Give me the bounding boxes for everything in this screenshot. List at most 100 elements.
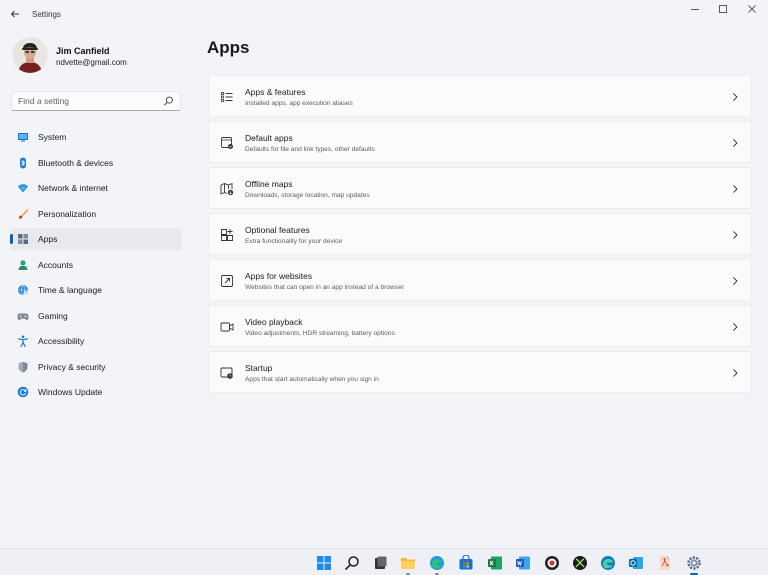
chevron-right-icon: [733, 139, 738, 147]
settings-cards: Apps & features Installed apps, app exec…: [208, 75, 752, 397]
card-title: Video playback: [245, 317, 303, 327]
sidebar-item-label: Privacy & security: [38, 361, 106, 372]
card-default-apps[interactable]: Default apps Defaults for file and link …: [208, 121, 752, 163]
shield-icon: [18, 361, 28, 372]
back-arrow-icon: [10, 10, 19, 18]
edge-dev-icon[interactable]: [600, 555, 616, 571]
card-title: Startup: [245, 363, 273, 373]
card-video-playback[interactable]: Video playback Video adjustments, HDR st…: [208, 305, 752, 347]
sidebar-item-label: Accessibility: [38, 336, 85, 346]
card-title: Offline maps: [245, 179, 293, 189]
sidebar-item-label: Time & language: [38, 285, 102, 295]
sidebar-item-accessibility[interactable]: Accessibility: [10, 330, 182, 352]
page-title: Apps: [207, 38, 250, 57]
chevron-right-icon: [733, 277, 738, 285]
file-explorer-icon[interactable]: [400, 555, 416, 571]
list-icon: [221, 92, 233, 102]
user-name: Jim Canfield: [56, 46, 110, 56]
card-title: Optional features: [245, 225, 310, 235]
store-icon[interactable]: [458, 555, 474, 571]
card-title: Apps & features: [245, 87, 306, 97]
outlook-icon[interactable]: [628, 555, 644, 571]
sidebar-item-gaming[interactable]: Gaming: [10, 305, 182, 327]
gamepad-icon: [17, 313, 29, 320]
sidebar-item-label: Accounts: [38, 259, 73, 270]
sidebar-item-label: System: [38, 132, 67, 142]
maximize-button[interactable]: [712, 4, 734, 18]
user-email: ndvette@gmail.com: [56, 58, 127, 67]
search-icon[interactable]: [344, 555, 360, 571]
sidebar-item-privacy-security[interactable]: Privacy & security: [10, 356, 182, 378]
system-icon: [18, 133, 28, 142]
search-input[interactable]: [12, 92, 162, 110]
media-app-icon[interactable]: [544, 555, 560, 571]
sidebar-item-label: Network & internet: [38, 183, 108, 193]
accessibility-icon: [17, 335, 29, 347]
accounts-icon: [18, 259, 28, 270]
close-icon: [748, 5, 756, 13]
chevron-right-icon: [733, 231, 738, 239]
back-button[interactable]: [8, 8, 22, 22]
close-button[interactable]: [741, 4, 763, 18]
maximize-icon: [719, 5, 727, 13]
grid-plus-icon: [221, 229, 233, 241]
sidebar-item-label: Gaming: [38, 310, 68, 321]
word-icon[interactable]: [515, 555, 531, 571]
sidebar-item-apps[interactable]: Apps: [10, 228, 182, 250]
card-optional-features[interactable]: Optional features Extra functionality fo…: [208, 213, 752, 255]
chevron-right-icon: [733, 93, 738, 101]
card-startup[interactable]: Startup Apps that start automatically wh…: [208, 351, 752, 393]
brush-icon: [19, 208, 29, 219]
card-description: Extra functionality for your device: [245, 238, 343, 245]
chevron-right-icon: [733, 369, 738, 377]
sidebar-item-label: Apps: [38, 234, 58, 244]
globe-clock-icon: [18, 284, 29, 296]
sidebar-item-network[interactable]: Network & internet: [10, 177, 182, 199]
title-bar: Settings: [0, 0, 768, 30]
sidebar-item-personalization[interactable]: Personalization: [10, 203, 182, 225]
windows-start-icon[interactable]: [316, 555, 332, 571]
user-profile[interactable]: Jim Canfield ndvette@gmail.com: [12, 37, 192, 75]
card-apps-for-websites[interactable]: Apps for websites Websites that can open…: [208, 259, 752, 301]
card-description: Installed apps, app execution aliases: [245, 100, 353, 107]
search-icon[interactable]: [163, 95, 174, 107]
pdf-icon[interactable]: [657, 555, 673, 571]
search-box: [11, 91, 181, 111]
excel-icon[interactable]: [487, 555, 503, 571]
sidebar-item-bluetooth[interactable]: Bluetooth & devices: [10, 152, 182, 174]
sidebar-item-time-language[interactable]: Time & language: [10, 279, 182, 301]
card-title: Default apps: [245, 133, 293, 143]
sidebar-item-system[interactable]: System: [10, 126, 182, 148]
xbox-icon[interactable]: [572, 555, 588, 571]
user-photo-icon: [12, 37, 48, 73]
app-title: Settings: [32, 10, 61, 19]
sidebar-item-label: Windows Update: [38, 387, 103, 397]
chevron-right-icon: [733, 185, 738, 193]
card-offline-maps[interactable]: Offline maps Downloads, storage location…: [208, 167, 752, 209]
card-description: Apps that start automatically when you s…: [245, 376, 379, 383]
card-description: Downloads, storage location, map updates: [245, 192, 370, 199]
sidebar-item-label: Bluetooth & devices: [38, 157, 114, 168]
edge-icon[interactable]: [429, 555, 445, 571]
card-description: Video adjustments, HDR streaming, batter…: [245, 330, 395, 337]
map-icon: [220, 182, 234, 196]
sidebar-item-windows-update[interactable]: Windows Update: [10, 381, 182, 403]
card-description: Websites that can open in an app instead…: [245, 284, 404, 291]
minimize-icon: [691, 9, 699, 10]
card-title: Apps for websites: [245, 271, 313, 281]
chevron-right-icon: [733, 323, 738, 331]
update-icon: [17, 386, 29, 398]
task-view-icon[interactable]: [372, 555, 388, 571]
card-description: Defaults for file and link types, other …: [245, 146, 375, 153]
settings-gear-icon[interactable]: [686, 555, 702, 571]
avatar: [12, 37, 48, 73]
card-apps-features[interactable]: Apps & features Installed apps, app exec…: [208, 75, 752, 117]
taskbar: [0, 548, 768, 575]
apps-icon: [18, 234, 28, 244]
sidebar-item-label: Personalization: [38, 208, 97, 219]
minimize-button[interactable]: [684, 4, 706, 18]
web-link-icon: [221, 275, 233, 287]
sidebar-nav: System Bluetooth & devices Network & int…: [10, 126, 182, 407]
sidebar-item-accounts[interactable]: Accounts: [10, 254, 182, 276]
bluetooth-icon: [20, 157, 26, 168]
